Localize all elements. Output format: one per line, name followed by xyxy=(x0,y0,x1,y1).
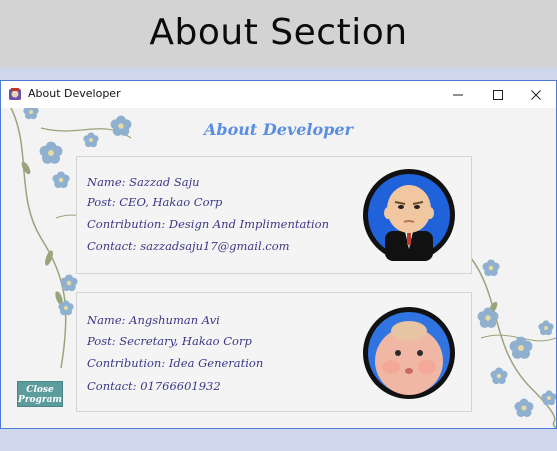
close-icon xyxy=(531,89,541,100)
close-program-button[interactable]: Close Program xyxy=(17,381,63,407)
developer-card: Name: Angshuman Avi Post: Secretary, Hak… xyxy=(76,292,472,412)
developer-name: Name: Sazzad Saju xyxy=(87,175,200,189)
developer-contribution: Contribution: Idea Generation xyxy=(87,356,264,370)
developer-contact: Contact: 01766601932 xyxy=(87,379,221,393)
banner: About Section xyxy=(0,0,557,68)
developer-post: Post: CEO, Hakao Corp xyxy=(87,195,223,209)
minimize-icon xyxy=(453,94,463,95)
chubby-baby-avatar-icon xyxy=(363,307,455,399)
page-heading: About Developer xyxy=(204,120,353,139)
minimize-button[interactable] xyxy=(438,81,478,108)
developer-post: Post: Secretary, Hakao Corp xyxy=(87,334,252,348)
maximize-button[interactable] xyxy=(478,81,518,108)
about-developer-window: About Developer About Developer Name: Sa… xyxy=(0,80,557,429)
app-icon xyxy=(9,88,21,100)
title-bar[interactable]: About Developer xyxy=(1,81,556,108)
close-window-button[interactable] xyxy=(516,81,556,108)
banner-title: About Section xyxy=(149,12,408,53)
developer-name: Name: Angshuman Avi xyxy=(87,313,220,327)
developer-card: Name: Sazzad Saju Post: CEO, Hakao Corp … xyxy=(76,156,472,274)
close-button-label-line2: Program xyxy=(18,395,62,405)
window-title: About Developer xyxy=(28,87,121,100)
close-button-label-line1: Close xyxy=(26,385,54,395)
maximize-icon xyxy=(493,89,503,100)
developer-contact: Contact: sazzadsaju17@gmail.com xyxy=(87,239,290,253)
boss-baby-avatar-icon xyxy=(363,169,455,261)
window-content: About Developer Name: Sazzad Saju Post: … xyxy=(1,108,556,428)
developer-contribution: Contribution: Design And Implimentation xyxy=(87,217,329,231)
